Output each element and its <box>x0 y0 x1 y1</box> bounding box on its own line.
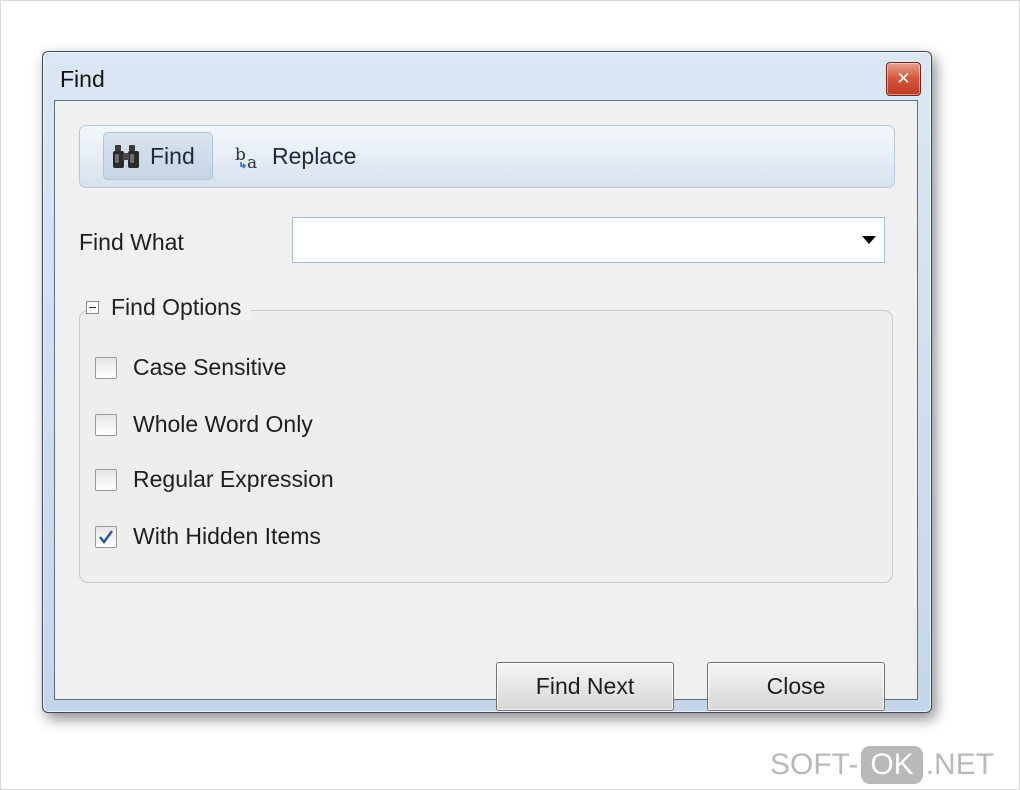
binoculars-icon <box>112 141 142 171</box>
whole-word-only-checkbox[interactable] <box>95 413 117 436</box>
find-what-combobox[interactable] <box>292 217 885 263</box>
option-label: With Hidden Items <box>133 523 321 549</box>
checkmark-icon <box>99 529 113 544</box>
option-regular-expression[interactable]: Regular Expression <box>95 466 334 493</box>
replace-icon: b a <box>234 141 264 173</box>
regular-expression-checkbox[interactable] <box>95 468 117 491</box>
window-title: Find <box>60 66 105 92</box>
option-label: Regular Expression <box>133 466 334 492</box>
option-with-hidden-items[interactable]: With Hidden Items <box>95 523 321 550</box>
tab-find[interactable]: Find <box>103 132 213 180</box>
watermark-prefix: SOFT- <box>770 748 859 781</box>
find-options-header: Find Options <box>86 293 252 321</box>
title-bar[interactable]: Find ✕ <box>43 52 931 100</box>
watermark: SOFT- OK .NET <box>770 746 994 784</box>
option-label: Case Sensitive <box>133 354 287 380</box>
find-what-label: Find What <box>79 229 184 255</box>
tab-find-label: Find <box>150 142 195 169</box>
watermark-suffix: .NET <box>925 748 995 781</box>
close-icon: ✕ <box>896 69 911 89</box>
find-options-title: Find Options <box>111 293 242 320</box>
case-sensitive-checkbox[interactable] <box>95 356 117 379</box>
find-what-input[interactable] <box>297 222 841 260</box>
watermark-badge: OK <box>861 746 923 784</box>
with-hidden-items-checkbox[interactable] <box>95 525 117 548</box>
collapse-toggle-icon[interactable] <box>86 300 99 314</box>
option-case-sensitive[interactable]: Case Sensitive <box>95 354 286 381</box>
mode-tab-strip: Find b a Replace <box>79 125 895 188</box>
option-whole-word-only[interactable]: Whole Word Only <box>95 411 313 438</box>
find-dialog: Find ✕ Find b a Replace Find What Find O… <box>42 51 932 713</box>
svg-text:a: a <box>247 153 257 171</box>
dropdown-arrow-icon[interactable] <box>862 236 876 244</box>
dialog-content: Find b a Replace Find What Find Options … <box>54 100 918 711</box>
find-next-button[interactable]: Find Next <box>496 662 674 711</box>
close-window-button[interactable]: ✕ <box>886 62 921 96</box>
option-label: Whole Word Only <box>133 411 313 437</box>
tab-replace-label: Replace <box>272 142 357 169</box>
close-button[interactable]: Close <box>707 662 885 711</box>
tab-replace[interactable]: b a Replace <box>234 132 356 180</box>
